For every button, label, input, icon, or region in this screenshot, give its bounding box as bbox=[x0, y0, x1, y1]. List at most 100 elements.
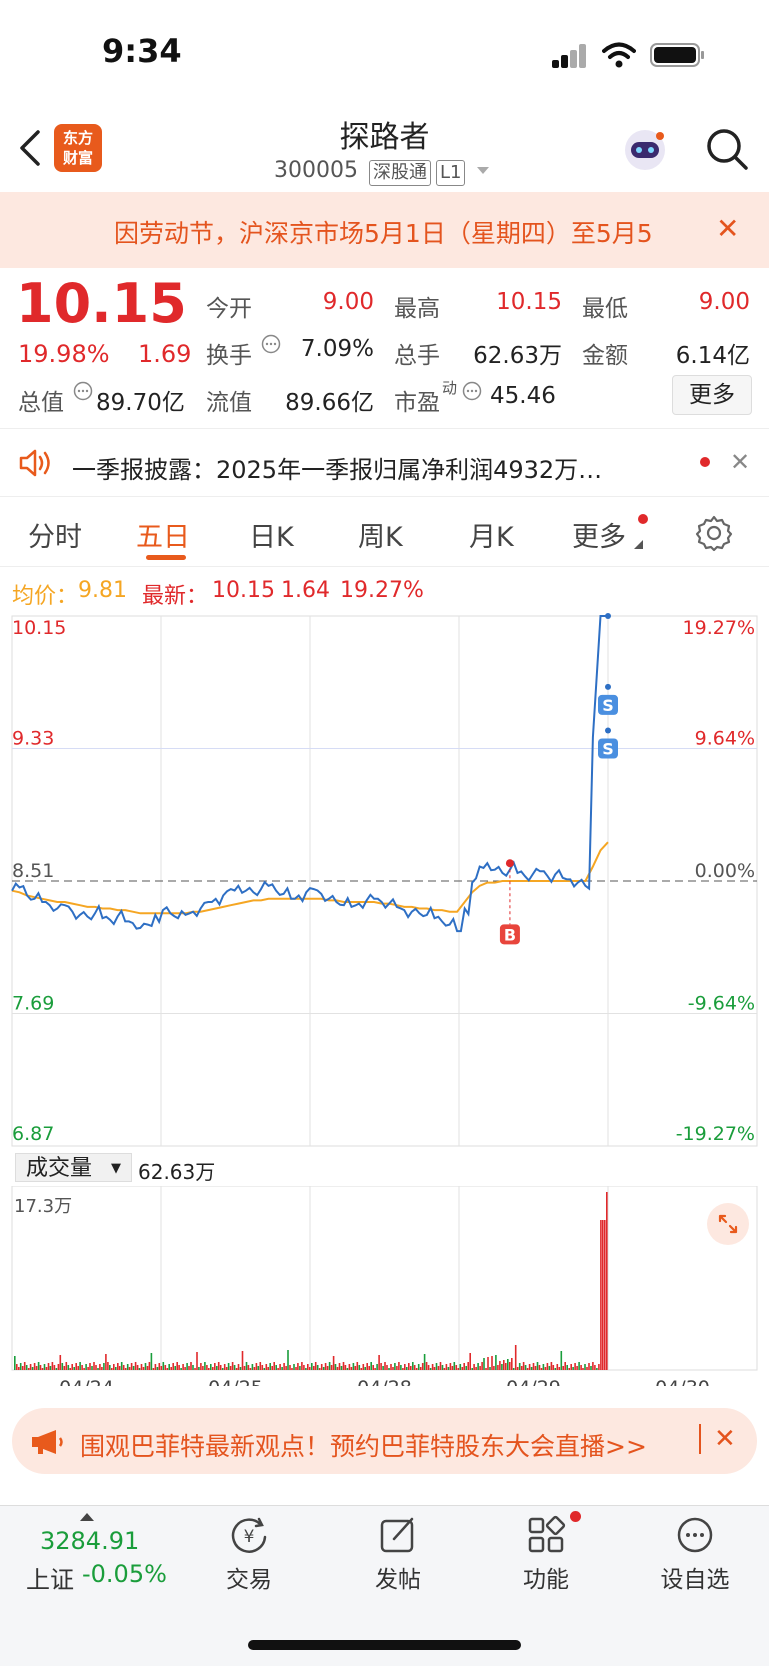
tab-more[interactable]: 更多 bbox=[572, 515, 626, 554]
tab-intraday[interactable]: 分时 bbox=[28, 515, 82, 554]
volume-bar bbox=[206, 1365, 208, 1370]
volume-bar bbox=[261, 1365, 264, 1370]
x-axis-label: 04/24 bbox=[59, 1377, 114, 1386]
volume-bar bbox=[596, 1368, 598, 1370]
volume-bar bbox=[507, 1359, 509, 1370]
turnover-value: 7.09% bbox=[300, 336, 374, 362]
volume-bar bbox=[354, 1366, 357, 1370]
volume-bar bbox=[87, 1367, 89, 1370]
search-icon[interactable] bbox=[704, 126, 750, 172]
nav-post[interactable]: 发帖 bbox=[348, 1560, 448, 1594]
volume-bar bbox=[522, 1362, 525, 1370]
function-badge-dot bbox=[570, 1511, 581, 1522]
volume-bar bbox=[566, 1365, 568, 1370]
caret-up-icon[interactable] bbox=[80, 1512, 94, 1521]
indicator-selector[interactable]: 成交量 ▼ bbox=[15, 1153, 132, 1182]
volume-bar bbox=[23, 1362, 26, 1370]
volume-bar bbox=[142, 1367, 145, 1370]
nav-watchlist[interactable]: 设自选 bbox=[645, 1560, 745, 1594]
volume-bar bbox=[21, 1366, 24, 1370]
volume-bar bbox=[180, 1368, 182, 1370]
volume-bar bbox=[322, 1367, 325, 1370]
y-axis-right-label: 19.27% bbox=[683, 617, 755, 639]
avg-value: 9.81 bbox=[78, 578, 127, 603]
volume-bar bbox=[150, 1353, 153, 1370]
volume-bar bbox=[267, 1367, 269, 1370]
volume-bar bbox=[162, 1362, 165, 1370]
trade-point-dot bbox=[605, 727, 611, 734]
volume-bar bbox=[83, 1368, 85, 1370]
tag-level[interactable]: L1 bbox=[436, 160, 466, 186]
volume-bar bbox=[524, 1365, 527, 1370]
volume-bar bbox=[320, 1364, 323, 1370]
expand-icon[interactable] bbox=[706, 1202, 750, 1246]
tab-monthly-k[interactable]: 月K bbox=[469, 515, 514, 554]
nav-trade[interactable]: 交易 bbox=[199, 1560, 299, 1594]
volume-bar bbox=[550, 1362, 553, 1370]
volume-bar bbox=[93, 1362, 95, 1370]
function-icon[interactable] bbox=[526, 1515, 566, 1555]
new-badge-dot bbox=[638, 514, 648, 524]
nav-function[interactable]: 功能 bbox=[496, 1560, 596, 1594]
y-axis-left-label: 10.15 bbox=[12, 617, 66, 639]
volume-bar bbox=[352, 1363, 355, 1370]
divider bbox=[699, 1424, 701, 1454]
volume-bar bbox=[584, 1364, 586, 1370]
volume-bar bbox=[423, 1354, 426, 1370]
volume-bar bbox=[473, 1364, 475, 1370]
volume-bar bbox=[425, 1362, 428, 1370]
volume-bar bbox=[463, 1363, 465, 1370]
volume-bar bbox=[55, 1368, 58, 1370]
info-icon[interactable] bbox=[261, 334, 281, 354]
volume-bar bbox=[374, 1368, 376, 1370]
robot-avatar-icon[interactable] bbox=[620, 124, 670, 174]
volume-chart[interactable]: 04/24 04/25 04/28 04/29 04/30 bbox=[0, 1186, 769, 1386]
volume-bar bbox=[152, 1368, 155, 1370]
volume-bar bbox=[499, 1361, 501, 1370]
close-icon[interactable]: ✕ bbox=[714, 1424, 736, 1454]
volume-bar bbox=[293, 1364, 295, 1370]
volume-bar bbox=[314, 1362, 317, 1370]
volume-bar bbox=[25, 1365, 28, 1370]
y-axis-left-label: 8.51 bbox=[12, 860, 54, 882]
price-chart[interactable]: 10.15 9.33 8.51 7.69 6.87 19.27% 9.64% 0.00% -9.… bbox=[0, 606, 769, 1156]
volume-bar bbox=[227, 1363, 230, 1370]
tab-daily-k[interactable]: 日K bbox=[249, 515, 294, 554]
volume-bar bbox=[27, 1368, 30, 1370]
corner-triangle-icon bbox=[634, 540, 643, 549]
index-value[interactable]: 3284.91 bbox=[40, 1527, 139, 1555]
volume-bar bbox=[130, 1363, 133, 1370]
volume-bar bbox=[447, 1367, 450, 1370]
news-headline[interactable]: 一季报披露：2025年一季报归属净利润4932万… bbox=[72, 450, 602, 485]
volume-bar bbox=[257, 1366, 260, 1370]
volume-bar bbox=[544, 1367, 547, 1370]
close-icon[interactable]: ✕ bbox=[730, 448, 750, 476]
volume-bar bbox=[210, 1364, 212, 1370]
tab-five-day[interactable]: 五日 bbox=[136, 515, 190, 554]
volume-bar bbox=[532, 1363, 535, 1370]
volume-bar bbox=[132, 1366, 135, 1370]
more-dots-icon[interactable] bbox=[675, 1515, 715, 1555]
info-icon[interactable] bbox=[73, 381, 93, 401]
chevron-down-icon[interactable] bbox=[476, 166, 490, 176]
trade-icon[interactable]: ¥ bbox=[229, 1515, 269, 1555]
post-icon[interactable] bbox=[378, 1515, 418, 1555]
volume-bar bbox=[572, 1367, 574, 1370]
volume-bar bbox=[485, 1368, 487, 1370]
volume-bar bbox=[318, 1368, 321, 1370]
volume-bar bbox=[534, 1366, 537, 1370]
volume-bar bbox=[216, 1366, 218, 1370]
low-label: 最低 bbox=[582, 296, 628, 322]
volume-bar bbox=[120, 1362, 123, 1370]
info-icon[interactable] bbox=[462, 381, 482, 401]
tab-weekly-k[interactable]: 周K bbox=[358, 515, 403, 554]
close-icon[interactable]: ✕ bbox=[716, 212, 739, 245]
more-button[interactable]: 更多 bbox=[672, 375, 752, 415]
volume-bar bbox=[89, 1363, 91, 1370]
volume-bar bbox=[346, 1368, 349, 1370]
volume-bar bbox=[235, 1368, 238, 1370]
volume-bar bbox=[594, 1365, 596, 1370]
volume-bar bbox=[198, 1367, 200, 1370]
volume-bar bbox=[435, 1363, 438, 1370]
gear-icon[interactable] bbox=[694, 513, 734, 553]
